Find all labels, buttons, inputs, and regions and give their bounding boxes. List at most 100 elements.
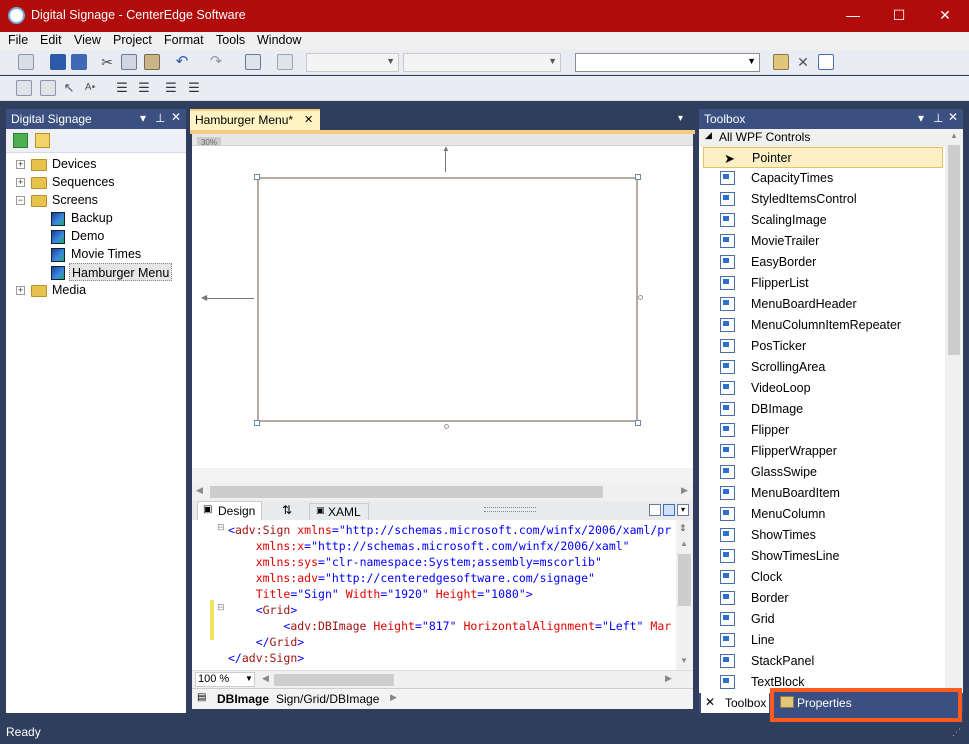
expander-icon[interactable]: + bbox=[16, 286, 25, 295]
toolbox-scrollbar[interactable]: ▲ bbox=[945, 129, 963, 693]
save-icon[interactable] bbox=[50, 54, 66, 70]
panel-close-icon[interactable]: ✕ bbox=[171, 110, 181, 124]
toolbox-item-glassswipe[interactable]: GlassSwipe bbox=[703, 462, 943, 483]
align-icon[interactable] bbox=[16, 80, 32, 96]
swap-panes-icon[interactable]: ⇅ bbox=[282, 503, 292, 517]
toolbox-item-capacitytimes[interactable]: CapacityTimes bbox=[703, 168, 943, 189]
toolbox-item-styleditemscontrol[interactable]: StyledItemsControl bbox=[703, 189, 943, 210]
menu-window[interactable]: Window bbox=[257, 33, 301, 47]
tools-icon[interactable]: ✕ bbox=[795, 54, 811, 70]
minimize-button[interactable]: — bbox=[830, 0, 876, 32]
tree-item-media[interactable]: Media bbox=[52, 281, 86, 299]
toolbox-item-showtimesline[interactable]: ShowTimesLine bbox=[703, 546, 943, 567]
breadcrumb-arrow-icon[interactable]: ▶ bbox=[390, 692, 397, 703]
panel-close-icon[interactable]: ✕ bbox=[948, 110, 958, 124]
tab-xaml[interactable]: ▣ XAML bbox=[309, 503, 369, 520]
scroll-thumb[interactable] bbox=[948, 145, 960, 355]
split-editor-icon[interactable]: ⇕ bbox=[679, 523, 687, 534]
resize-handle[interactable] bbox=[254, 174, 260, 180]
cut-icon[interactable]: ✂ bbox=[99, 54, 115, 70]
toolbox-item-flipperwrapper[interactable]: FlipperWrapper bbox=[703, 441, 943, 462]
indent-icon[interactable]: ☰ bbox=[114, 80, 130, 96]
breadcrumb-path[interactable]: Sign/Grid/DBImage bbox=[276, 692, 379, 706]
toolbox-item-movietrailer[interactable]: MovieTrailer bbox=[703, 231, 943, 252]
vertical-split-icon[interactable] bbox=[649, 504, 661, 516]
toolbox-item-showtimes[interactable]: ShowTimes bbox=[703, 525, 943, 546]
toolbox-group-header[interactable]: ◢ All WPF Controls bbox=[699, 129, 945, 147]
tab-toolbox[interactable]: ✕ Toolbox bbox=[701, 693, 769, 713]
bottom-margin-circle[interactable] bbox=[444, 424, 449, 429]
toolbox-item-flipperlist[interactable]: FlipperList bbox=[703, 273, 943, 294]
menu-file[interactable]: File bbox=[8, 33, 28, 47]
new-project-icon[interactable] bbox=[18, 54, 34, 70]
refresh-icon[interactable] bbox=[13, 133, 28, 148]
toolbox-item-border[interactable]: Border bbox=[703, 588, 943, 609]
xaml-line[interactable]: xmlns:adv="http://centeredgesoftware.com… bbox=[228, 570, 671, 586]
scroll-up-icon[interactable]: ▲ bbox=[680, 539, 688, 548]
expander-icon[interactable]: + bbox=[16, 178, 25, 187]
horizontal-scrollbar[interactable]: ◀ ▶ bbox=[192, 483, 693, 501]
menu-view[interactable]: View bbox=[74, 33, 101, 47]
tree-item-backup[interactable]: Backup bbox=[71, 209, 113, 227]
menu-project[interactable]: Project bbox=[113, 33, 152, 47]
resize-handle[interactable] bbox=[635, 420, 641, 426]
close-window-button[interactable]: ✕ bbox=[922, 0, 968, 32]
collapse-pane-icon[interactable]: ▾ bbox=[677, 504, 689, 516]
xaml-line[interactable]: <adv:DBImage Height="817" HorizontalAlig… bbox=[228, 618, 671, 634]
navigate-forward-icon[interactable] bbox=[277, 54, 293, 70]
document-outline-icon[interactable]: ▤ bbox=[197, 692, 206, 703]
panel-dropdown-icon[interactable]: ▾ bbox=[918, 111, 924, 125]
editor-vertical-scrollbar[interactable]: ⇕ ▲ ▼ bbox=[676, 520, 693, 670]
xaml-editor[interactable]: ⊟ ⊟ <adv:Sign xmlns="http://schemas.micr… bbox=[192, 520, 693, 670]
uncomment-icon[interactable]: ☰ bbox=[186, 80, 202, 96]
tab-design[interactable]: ▣ Design bbox=[197, 501, 262, 520]
scroll-thumb[interactable] bbox=[274, 674, 394, 686]
pin-icon[interactable]: ⊥ bbox=[933, 111, 943, 125]
copy-icon[interactable] bbox=[121, 54, 137, 70]
tree-item-sequences[interactable]: Sequences bbox=[52, 173, 115, 191]
tab-list-dropdown-icon[interactable]: ▾ bbox=[678, 113, 683, 124]
menu-format[interactable]: Format bbox=[164, 33, 204, 47]
resize-handle[interactable] bbox=[635, 174, 641, 180]
tab-close-icon[interactable]: ✕ bbox=[304, 113, 313, 126]
outdent-icon[interactable]: ☰ bbox=[136, 80, 152, 96]
tree-item-devices[interactable]: Devices bbox=[52, 155, 96, 173]
save-all-icon[interactable] bbox=[71, 54, 87, 70]
xaml-line[interactable]: </Grid> bbox=[228, 634, 671, 650]
toolbox-item-scrollingarea[interactable]: ScrollingArea bbox=[703, 357, 943, 378]
tree-item-movie-times[interactable]: Movie Times bbox=[71, 245, 141, 263]
properties-icon[interactable] bbox=[773, 54, 789, 70]
xaml-line[interactable]: xmlns:sys="clr-namespace:System;assembly… bbox=[228, 554, 671, 570]
toolbox-item-stackpanel[interactable]: StackPanel bbox=[703, 651, 943, 672]
toolbox-item-menuboardheader[interactable]: MenuBoardHeader bbox=[703, 294, 943, 315]
find-combo[interactable]: ▼ bbox=[575, 53, 760, 72]
toolbox-item-videoloop[interactable]: VideoLoop bbox=[703, 378, 943, 399]
xaml-line[interactable]: xmlns:x="http://schemas.microsoft.com/wi… bbox=[228, 538, 671, 554]
tree-item-demo[interactable]: Demo bbox=[71, 227, 104, 245]
solution-config-combo[interactable]: ▼ bbox=[306, 53, 399, 72]
new-item-icon[interactable] bbox=[35, 133, 50, 148]
platform-combo[interactable]: ▼ bbox=[403, 53, 561, 72]
pointer-tool-icon[interactable]: ↖ bbox=[61, 80, 77, 96]
scroll-left-icon[interactable]: ◀ bbox=[196, 485, 203, 496]
toolbox-item-menuboarditem[interactable]: MenuBoardItem bbox=[703, 483, 943, 504]
toolbox-item-flipper[interactable]: Flipper bbox=[703, 420, 943, 441]
scroll-right-icon[interactable]: ▶ bbox=[681, 485, 688, 496]
panel-dropdown-icon[interactable]: ▾ bbox=[140, 111, 146, 125]
comment-icon[interactable]: ☰ bbox=[163, 80, 179, 96]
splitter-grip[interactable] bbox=[484, 507, 536, 512]
navigate-backward-icon[interactable] bbox=[245, 54, 261, 70]
resize-grip-icon[interactable]: ⋰ bbox=[952, 727, 961, 738]
toolbox-item-pointer[interactable]: ➤ Pointer bbox=[703, 147, 943, 168]
design-surface[interactable]: 30% ⤧ ▲ ◀ ◀ ▶ bbox=[192, 134, 693, 501]
toolbox-item-grid[interactable]: Grid bbox=[703, 609, 943, 630]
xaml-line[interactable]: Title="Sign" Width="1920" Height="1080"> bbox=[228, 586, 671, 602]
toolbox-item-clock[interactable]: Clock bbox=[703, 567, 943, 588]
breadcrumb-element[interactable]: DBImage bbox=[217, 692, 269, 706]
toolbox-item-scalingimage[interactable]: ScalingImage bbox=[703, 210, 943, 231]
menu-edit[interactable]: Edit bbox=[40, 33, 62, 47]
scroll-thumb[interactable] bbox=[210, 486, 603, 498]
collapse-icon[interactable]: ⊟ bbox=[217, 522, 225, 533]
window-layout-icon[interactable] bbox=[818, 54, 834, 70]
editor-zoom-combo[interactable]: 100 % ▼ bbox=[195, 672, 255, 687]
